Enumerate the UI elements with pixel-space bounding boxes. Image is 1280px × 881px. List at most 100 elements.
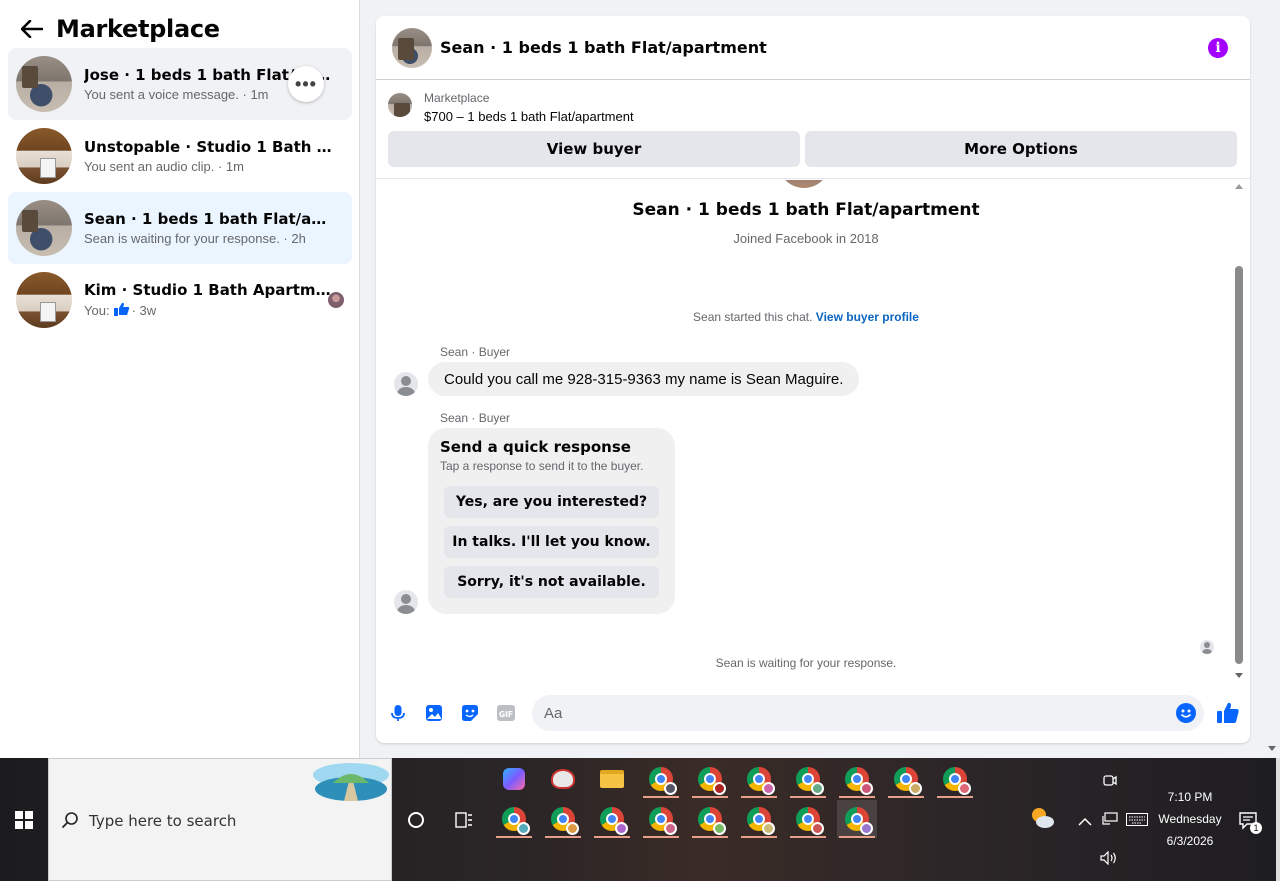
conversation-subtitle: You: · 3w [84,302,352,319]
listing-mini-thumbnail [388,93,412,117]
back-arrow-icon[interactable] [18,15,46,43]
weather-icon[interactable] [1028,804,1056,832]
photo-icon[interactable] [424,703,444,723]
listing-thumbnail [16,56,72,112]
sidebar-title: Marketplace [56,15,220,43]
network-icon[interactable] [1102,812,1118,826]
chrome-icon[interactable] [592,800,632,838]
clock-day[interactable]: Wednesday [1152,812,1228,826]
read-receipt-avatar [328,292,344,308]
show-desktop-button[interactable] [1276,758,1280,881]
listing-thumbnail[interactable] [392,27,432,68]
file-explorer-icon[interactable] [592,760,632,798]
windows-icon[interactable] [0,758,48,881]
chrome-icon[interactable] [739,800,779,838]
subtitle-prefix: You: [84,303,110,318]
quick-response-option[interactable]: Yes, are you interested? [444,486,659,518]
info-icon[interactable]: i [1208,38,1228,58]
windows-taskbar: Type here to search 7:10 PM Wednesday 6/… [0,758,1280,881]
chat-header: Sean · 1 beds 1 bath Flat/apartment i [376,16,1250,80]
chrome-icon[interactable] [837,760,877,798]
view-buyer-button[interactable]: View buyer [388,131,800,167]
conversation-title: Unstopable · Studio 1 Bath Apartment [84,138,332,156]
quick-response-subtitle: Tap a response to send it to the buyer. [440,459,644,473]
quick-response-title: Send a quick response [440,438,631,456]
profile-picture [778,180,830,188]
listing-label: Marketplace [424,91,490,105]
message-composer: GIF [376,692,1250,736]
buyer-avatar[interactable] [394,590,418,614]
keyboard-icon[interactable] [1126,813,1148,826]
chrome-icon[interactable] [788,760,828,798]
more-options-button[interactable]: More Options [805,131,1237,167]
chevron-up-icon[interactable] [1078,814,1092,826]
thumbs-up-icon [113,302,130,319]
page-scroll-down-arrow[interactable] [1268,746,1276,751]
message-thread: Sean · 1 beds 1 bath Flat/apartment Join… [376,180,1250,690]
conversation-subtitle: You sent an audio clip. · 1m [84,159,244,174]
quick-response-option[interactable]: Sorry, it's not available. [444,566,659,598]
quick-response-card: Send a quick response Tap a response to … [428,428,675,614]
task-view-icon[interactable] [455,812,473,828]
chrome-icon[interactable] [690,760,730,798]
conversation-title: Kim · Studio 1 Bath Apartment [84,281,332,299]
search-placeholder: Type here to search [89,812,237,830]
quick-response-option[interactable]: In talks. I'll let you know. [444,526,659,558]
taskbar-search-box[interactable]: Type here to search [48,758,392,881]
thumbs-up-icon[interactable] [1216,701,1240,725]
clock-time[interactable]: 7:10 PM [1160,790,1220,804]
chrome-icon[interactable] [641,760,681,798]
clock-date[interactable]: 6/3/2026 [1160,834,1220,848]
listing-thumbnail [16,200,72,256]
conversation-item-kim[interactable]: Kim · Studio 1 Bath Apartment You: · 3w [8,264,352,336]
message-input[interactable] [532,695,1204,731]
message-bubble[interactable]: Could you call me 928-315-9363 my name i… [428,362,860,396]
chrome-icon[interactable] [494,800,534,838]
mic-icon[interactable] [388,703,408,723]
paint-icon[interactable] [543,760,583,798]
sidebar-header: Marketplace [18,12,220,46]
conversation-sidebar: Marketplace Jose · 1 beds 1 bath Flat/ap… [0,0,360,758]
chrome-icon[interactable] [641,800,681,838]
chat-title[interactable]: Sean · 1 beds 1 bath Flat/apartment [440,38,767,57]
thread-scrollbar[interactable] [1234,184,1244,678]
chrome-icon[interactable] [739,760,779,798]
meet-now-icon[interactable] [1102,772,1118,788]
conversation-item-jose[interactable]: Jose · 1 beds 1 bath Flat/apartment You … [8,48,352,120]
conversation-subtitle: Sean is waiting for your response. · 2h [84,231,306,246]
listing-price[interactable]: $700 – 1 beds 1 bath Flat/apartment [424,109,634,124]
conversation-title: Sean · 1 beds 1 bath Flat/apartment [84,210,332,228]
emoji-icon[interactable] [1176,703,1196,723]
gif-icon[interactable]: GIF [496,703,516,723]
chrome-icon[interactable] [935,760,975,798]
search-highlight-image [311,761,391,803]
waiting-status: Sean is waiting for your response. [715,656,897,670]
sender-label: Sean · Buyer [440,411,511,425]
seen-avatar [1200,640,1214,654]
view-buyer-profile-link[interactable]: View buyer profile [816,310,919,324]
copilot-icon[interactable] [494,760,534,798]
subtitle-suffix: · 3w [131,303,157,318]
buyer-avatar[interactable] [394,372,418,396]
scroll-down-arrow[interactable] [1235,673,1243,678]
sender-label: Sean · Buyer [440,345,511,359]
chrome-icon[interactable] [690,800,730,838]
started-text: Sean started this chat. [693,310,813,324]
chrome-icon[interactable] [837,800,877,838]
chrome-icon[interactable] [788,800,828,838]
cortana-icon[interactable] [408,812,424,828]
more-dots-icon[interactable]: ••• [288,66,324,102]
svg-text:GIF: GIF [499,710,513,719]
scroll-thumb[interactable] [1235,266,1243,664]
scroll-up-arrow[interactable] [1235,184,1243,189]
listing-bar: Marketplace $700 – 1 beds 1 bath Flat/ap… [376,81,1250,179]
conversation-item-sean[interactable]: Sean · 1 beds 1 bath Flat/apartment Sean… [8,192,352,264]
profile-name: Sean · 1 beds 1 bath Flat/apartment [632,200,980,220]
joined-text: Joined Facebook in 2018 [733,231,879,246]
sticker-icon[interactable] [460,703,480,723]
chrome-icon[interactable] [543,800,583,838]
chrome-icon[interactable] [886,760,926,798]
conversation-item-unstopable[interactable]: Unstopable · Studio 1 Bath Apartment You… [8,120,352,192]
search-icon [61,811,79,829]
volume-icon[interactable] [1100,850,1118,866]
